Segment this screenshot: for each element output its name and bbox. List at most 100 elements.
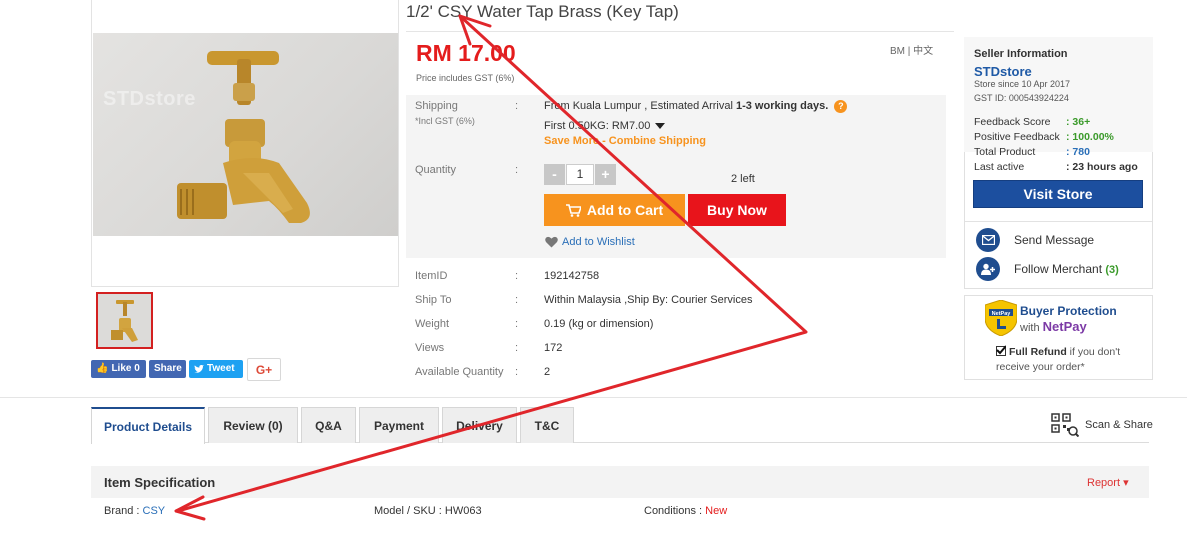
buyer-protection-title: Buyer Protection <box>1020 304 1117 318</box>
netpay-brand: NetPay <box>1042 319 1087 334</box>
combine-shipping-link[interactable]: Save More - Combine Shipping <box>544 135 706 147</box>
product-image[interactable] <box>93 33 398 236</box>
spec-label-ship-to: Ship To <box>415 294 452 306</box>
visit-store-button[interactable]: Visit Store <box>973 180 1143 208</box>
follow-merchant-link[interactable]: Follow Merchant (3) <box>1014 262 1119 276</box>
add-to-cart-button[interactable]: Add to Cart <box>544 194 685 226</box>
follower-count: (3) <box>1105 264 1119 276</box>
product-price: RM 17.00 <box>416 40 516 66</box>
brand-value-link[interactable]: CSY <box>143 505 166 517</box>
store-gst-id: GST ID: 000543924224 <box>974 93 1069 103</box>
cart-icon <box>565 203 581 217</box>
shipping-colon: : <box>515 100 519 112</box>
spec-colon: : <box>515 342 519 354</box>
quantity-increase-button[interactable]: + <box>595 164 616 185</box>
price-gst-note: Price includes GST (6%) <box>416 73 515 83</box>
twitter-bird-icon <box>194 364 204 373</box>
google-plus-button[interactable]: G+ <box>247 358 281 381</box>
condition-field: Conditions : New <box>644 505 727 517</box>
wishlist-label: Add to Wishlist <box>562 236 635 248</box>
spec-colon: : <box>515 318 519 330</box>
purchase-panel <box>406 95 946 258</box>
total-product-value[interactable]: : 780 <box>1066 146 1090 158</box>
feedback-score-label: Feedback Score <box>974 116 1051 128</box>
title-divider <box>406 31 954 32</box>
last-active-value: : 23 hours ago <box>1066 161 1138 173</box>
report-link[interactable]: Report ▾ <box>1087 476 1129 489</box>
help-icon[interactable]: ? <box>834 100 848 113</box>
shipping-origin: From Kuala Lumpur , Estimated Arrival 1-… <box>544 100 848 113</box>
brand-field: Brand : CSY <box>104 505 165 517</box>
scan-and-share-button[interactable]: Scan & Share <box>1051 413 1153 437</box>
tab-tnc[interactable]: T&C <box>520 407 574 443</box>
first-rate-text: First 0.50KG: RM7.00 <box>544 120 651 132</box>
seller-divider <box>965 221 1152 222</box>
condition-label: Conditions : <box>644 505 706 517</box>
buyer-protection-subtitle: with NetPay <box>1020 319 1087 334</box>
spec-colon: : <box>515 270 519 282</box>
spec-colon: : <box>515 294 519 306</box>
thumbs-up-icon: 👍 <box>96 363 109 374</box>
netpay-badge-text: NetPay <box>992 311 1012 317</box>
shipping-gst-note: *Incl GST (6%) <box>415 116 475 126</box>
image-watermark: STDstore <box>103 88 196 110</box>
qr-code-icon <box>1051 413 1079 437</box>
add-user-icon[interactable] <box>976 257 1000 281</box>
shipping-label: Shipping <box>415 100 458 112</box>
tab-review[interactable]: Review (0) <box>208 407 298 443</box>
seller-info-title: Seller Information <box>974 48 1068 60</box>
model-sku-field: Model / SKU : HW063 <box>374 505 482 517</box>
total-product-label: Total Product <box>974 146 1036 158</box>
positive-feedback-value: : 100.00% <box>1066 131 1114 143</box>
quantity-colon: : <box>515 164 519 176</box>
netpay-shield-icon: NetPay <box>984 299 1018 339</box>
caret-down-icon <box>655 123 666 129</box>
heart-icon <box>545 236 558 248</box>
annotation-arrowhead-bottom <box>174 495 206 521</box>
first-weight-rate[interactable]: First 0.50KG: RM7.00 <box>544 120 666 132</box>
add-to-wishlist-link[interactable]: Add to Wishlist <box>545 236 635 248</box>
tweet-button[interactable]: Tweet <box>189 360 243 378</box>
spec-colon: : <box>515 366 519 378</box>
item-specification-title: Item Specification <box>104 475 216 490</box>
item-specification-header <box>91 466 1149 498</box>
brand-label: Brand : <box>104 505 143 517</box>
facebook-share-button[interactable]: Share <box>149 360 186 378</box>
checkbox-icon <box>996 345 1006 356</box>
quantity-decrease-button[interactable]: - <box>544 164 565 185</box>
language-switch[interactable]: BM | 中文 <box>890 42 933 57</box>
spec-label-weight: Weight <box>415 318 450 330</box>
spec-label-views: Views <box>415 342 445 354</box>
arrival-days: 1-3 working days. <box>735 100 829 112</box>
like-label: Like 0 <box>111 363 140 374</box>
facebook-like-button[interactable]: 👍 Like 0 <box>91 360 146 378</box>
spec-value-weight: 0.19 (kg or dimension) <box>544 318 654 330</box>
brass-tap-illustration <box>177 51 310 223</box>
tab-payment[interactable]: Payment <box>359 407 439 443</box>
positive-feedback-label: Positive Feedback <box>974 131 1060 143</box>
product-title: 1/2' CSY Water Tap Brass (Key Tap) <box>406 2 679 21</box>
shipping-from-text: From Kuala Lumpur , Estimated Arrival <box>544 100 736 112</box>
quantity-input[interactable]: 1 <box>566 164 594 185</box>
envelope-icon[interactable] <box>976 228 1000 252</box>
thumbnail-tap <box>111 300 138 342</box>
tweet-label: Tweet <box>207 363 235 374</box>
spec-value-itemid: 192142758 <box>544 270 600 282</box>
send-message-link[interactable]: Send Message <box>1014 233 1094 247</box>
feedback-score-value: : 36+ <box>1066 116 1091 128</box>
stock-remaining: 2 left <box>731 173 755 185</box>
last-active-label: Last active <box>974 161 1025 173</box>
tab-qa[interactable]: Q&A <box>301 407 356 443</box>
spec-value-available-quantity: 2 <box>544 366 551 378</box>
quantity-label: Quantity <box>415 164 456 176</box>
spec-value-views: 172 <box>544 342 563 354</box>
section-divider <box>0 397 1187 398</box>
tab-product-details[interactable]: Product Details <box>91 407 205 444</box>
condition-value: New <box>705 505 728 517</box>
product-thumbnail[interactable] <box>96 292 153 349</box>
add-to-cart-label: Add to Cart <box>586 202 664 218</box>
store-name-link[interactable]: STDstore <box>974 64 1032 79</box>
buy-now-button[interactable]: Buy Now <box>688 194 786 226</box>
tab-delivery[interactable]: Delivery <box>442 407 517 443</box>
scan-share-label: Scan & Share <box>1085 419 1153 431</box>
